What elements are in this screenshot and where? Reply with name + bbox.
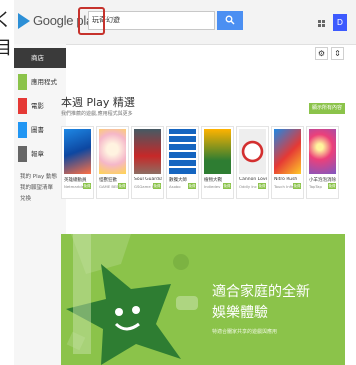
sidebar: 商店 應用程式 電影 圖書 報章 我的 Play 動態 我的願望清單 兌換: [14, 44, 66, 365]
highlight-box: [78, 7, 105, 35]
sort-icon[interactable]: ⇕: [331, 47, 344, 60]
sidebar-item-store[interactable]: 商店: [14, 48, 66, 68]
price-badge: 免費: [223, 183, 231, 189]
section-title: 本週 Play 精選: [61, 96, 135, 109]
app-card[interactable]: 英雄總動員 Netmarble Kor 免費: [61, 126, 94, 199]
sidebar-item-label: 應用程式: [31, 78, 57, 86]
app-developer: TapTap: [309, 184, 322, 189]
play-logo-icon[interactable]: [18, 13, 30, 29]
app-thumbnail: [309, 129, 336, 174]
app-thumbnail: [274, 129, 301, 174]
sidebar-item-newsstand[interactable]: 報章: [14, 144, 66, 164]
banner-headline-line: 娛樂體驗: [212, 305, 268, 321]
cut-text-line: く: [0, 10, 12, 31]
cut-text-line: ): [0, 58, 1, 79]
price-badge: 免費: [258, 183, 266, 189]
app-card[interactable]: Soul Guardian GSGame Inc 免費: [131, 126, 164, 199]
app-thumbnail: [64, 129, 91, 174]
app-thumbnail: [134, 129, 161, 174]
search-button[interactable]: [217, 11, 243, 30]
sidebar-item-books[interactable]: 圖書: [14, 120, 66, 140]
search-icon: [225, 15, 235, 25]
app-developer: Indiedev: [204, 184, 221, 189]
sidebar-item-apps[interactable]: 應用程式: [14, 72, 66, 92]
app-card[interactable]: 數獨大師 Asobo 免費: [166, 126, 199, 199]
price-badge: 免費: [188, 183, 196, 189]
app-developer: Netmarble Kor: [64, 184, 83, 189]
cut-off-page-text: く 目 ): [0, 0, 14, 100]
price-badge: 免費: [293, 183, 301, 189]
movie-icon: [18, 98, 27, 114]
book-icon: [18, 122, 27, 138]
section-subtitle: 我們推薦的遊戲,應用程式與更多: [61, 111, 133, 117]
app-card[interactable]: 小羊泡泡消除 TapTap 免費: [306, 126, 339, 199]
app-card[interactable]: Nitro Rush Touch Infinity 免費: [271, 126, 304, 199]
app-developer: Asobo: [169, 184, 181, 189]
app-title: Cannon Love: [239, 177, 267, 182]
cut-text-line: 目: [0, 38, 12, 59]
price-badge: 免費: [118, 183, 126, 189]
banner-headline-line: 適合家庭的全新: [212, 284, 310, 300]
sidebar-link[interactable]: 我的 Play 動態: [20, 172, 57, 180]
app-thumbnail: [239, 129, 266, 174]
app-card[interactable]: 植物大戰 Indiedev 免費: [201, 126, 234, 199]
price-badge: 免費: [153, 183, 161, 189]
see-more-button[interactable]: 顯示所有內容: [309, 103, 345, 114]
sidebar-item-label: 報章: [31, 150, 44, 158]
price-badge: 免費: [328, 183, 336, 189]
app-thumbnail: [204, 129, 231, 174]
banner-subline: 特適合闔家共享的遊戲與應用: [212, 329, 278, 335]
sidebar-item-movies[interactable]: 電影: [14, 96, 66, 116]
android-icon: [18, 74, 27, 90]
newsstand-icon: [18, 146, 27, 162]
sidebar-link[interactable]: 我的願望清單: [20, 183, 53, 191]
app-title: Soul Guardian: [134, 177, 162, 182]
banner-headline: 適合家庭的全新 娛樂體驗: [212, 282, 310, 324]
settings-icon[interactable]: ⚙: [315, 47, 328, 60]
sidebar-link[interactable]: 兌換: [20, 194, 31, 202]
store-icon: [18, 50, 27, 66]
app-title: Nitro Rush: [274, 177, 298, 182]
app-developer: GSGame Inc: [134, 184, 153, 189]
app-thumbnail: [99, 129, 126, 174]
app-card[interactable]: Cannon Love Oddly Inc 免費: [236, 126, 269, 199]
sidebar-item-label: 商店: [31, 54, 44, 62]
app-thumbnail: [169, 129, 196, 174]
sidebar-item-label: 圖書: [31, 126, 44, 134]
apps-grid-icon[interactable]: [318, 20, 328, 30]
app-developer: Touch Infinity: [274, 184, 293, 189]
avatar[interactable]: D: [333, 14, 347, 31]
app-developer: GAME BEE: [99, 184, 118, 189]
sidebar-item-label: 電影: [31, 102, 44, 110]
app-card[interactable]: 怪獸狂歡 GAME BEE 免費: [96, 126, 129, 199]
app-developer: Oddly Inc: [239, 184, 257, 189]
price-badge: 免費: [83, 183, 91, 189]
